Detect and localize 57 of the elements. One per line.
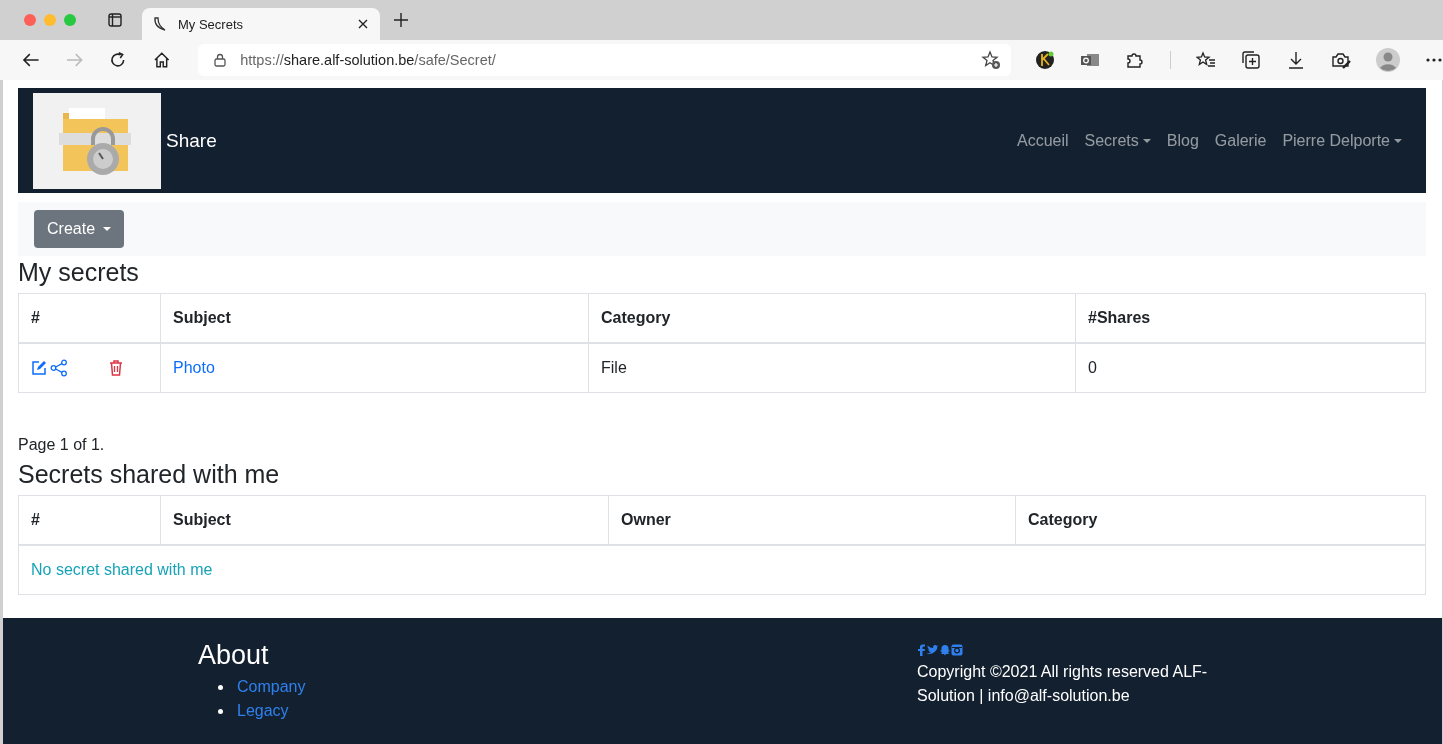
footer-link[interactable]: Company bbox=[237, 678, 306, 696]
column-header: Category bbox=[1015, 495, 1426, 545]
puzzle-icon[interactable] bbox=[1124, 50, 1145, 70]
create-button[interactable]: Create bbox=[34, 210, 125, 248]
brand-name[interactable]: Share bbox=[166, 129, 217, 152]
collections-icon[interactable] bbox=[1240, 50, 1261, 70]
nav-link[interactable]: Accueil bbox=[1016, 131, 1069, 150]
ghost-icon[interactable] bbox=[939, 644, 951, 656]
column-header: #Shares bbox=[1075, 293, 1426, 343]
pagination-text: Page 1 of 1. bbox=[18, 436, 106, 454]
bird-icon[interactable] bbox=[926, 644, 939, 656]
screenshot-icon[interactable] bbox=[1330, 50, 1351, 70]
favorites-icon[interactable] bbox=[1195, 50, 1216, 70]
subject-link[interactable]: Photo bbox=[173, 359, 215, 376]
caret-icon bbox=[1142, 138, 1151, 143]
add-favorite-icon[interactable] bbox=[980, 50, 1001, 70]
camera-icon[interactable] bbox=[951, 644, 963, 656]
column-header: # bbox=[18, 495, 161, 545]
nav-link[interactable]: Blog bbox=[1166, 131, 1199, 150]
more-icon[interactable] bbox=[1424, 57, 1443, 63]
caret-icon bbox=[103, 227, 112, 231]
tab-actions-icon[interactable] bbox=[108, 13, 122, 27]
nav-link[interactable]: Secrets bbox=[1084, 131, 1151, 150]
address-field[interactable]: https://share.alf-solution.be/safe/Secret/ bbox=[198, 44, 1011, 76]
share-icon[interactable] bbox=[50, 359, 68, 377]
column-header: Subject bbox=[160, 293, 589, 343]
column-header: Owner bbox=[608, 495, 1016, 545]
trash-icon[interactable] bbox=[109, 360, 123, 376]
reload-icon[interactable] bbox=[109, 51, 127, 69]
nav-link[interactable]: Galerie bbox=[1214, 131, 1267, 150]
section-heading: Secrets shared with me bbox=[18, 460, 281, 489]
close-icon[interactable] bbox=[358, 19, 368, 29]
table-cell: 0 bbox=[1075, 343, 1426, 393]
profile-avatar-icon[interactable] bbox=[1375, 48, 1400, 72]
back-icon[interactable] bbox=[22, 52, 40, 68]
bullet-icon bbox=[218, 684, 223, 690]
new-tab-icon[interactable] bbox=[394, 13, 408, 27]
column-header: Subject bbox=[160, 495, 609, 545]
folder-lock-drawing[interactable] bbox=[33, 92, 161, 189]
footer-link[interactable]: Legacy bbox=[237, 702, 289, 720]
footer-heading: About bbox=[198, 640, 270, 671]
browser-tab[interactable]: My Secrets bbox=[142, 8, 380, 40]
lock-icon bbox=[214, 53, 227, 67]
extension-icon[interactable] bbox=[1034, 50, 1055, 70]
empty-message: No secret shared with me bbox=[18, 545, 1426, 595]
nav-link[interactable]: Pierre Delporte bbox=[1282, 131, 1402, 150]
section-heading: My secrets bbox=[18, 258, 140, 287]
leaf-icon bbox=[152, 16, 168, 32]
bullet-icon bbox=[218, 708, 223, 714]
copyright-text: Copyright ©2021 All rights reserved ALF-Solution | info@alf-solution.be bbox=[917, 662, 1209, 706]
caret-icon bbox=[1394, 138, 1402, 143]
facebook-icon[interactable] bbox=[917, 644, 926, 656]
edit-icon[interactable] bbox=[31, 360, 47, 376]
column-header: Category bbox=[588, 293, 1076, 343]
home-icon[interactable] bbox=[152, 51, 171, 69]
column-header: # bbox=[18, 293, 161, 343]
table-cell: File bbox=[588, 343, 1076, 393]
